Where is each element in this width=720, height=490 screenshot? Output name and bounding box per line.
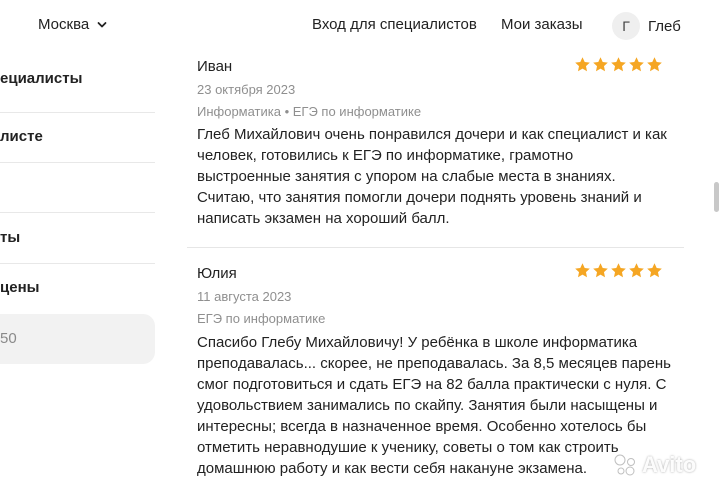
avito-watermark: Avito — [612, 452, 696, 478]
user-menu[interactable]: Г Глеб — [612, 12, 681, 40]
review-tags: ЕГЭ по информатике — [197, 311, 326, 326]
chevron-down-icon — [97, 21, 107, 27]
rating-stars — [574, 56, 663, 73]
review-line: Считаю, что занятия помогли дочери подня… — [197, 189, 642, 206]
review-tags: Информатика • ЕГЭ по информатике — [197, 104, 422, 119]
sidebar-item-services[interactable]: ты — [0, 229, 20, 246]
review-line: смог подготовиться и сдать ЕГЭ на 82 бал… — [197, 376, 667, 393]
star-icon — [575, 263, 590, 278]
reviewer-name: Иван — [197, 58, 233, 75]
review-date: 23 октября 2023 — [197, 82, 296, 97]
star-icon — [611, 57, 626, 72]
review-line: интересны; всегда в назначенное время. О… — [197, 418, 647, 435]
rating-stars — [574, 262, 663, 279]
review-line: человек, готовились к ЕГЭ по информатике… — [197, 147, 574, 164]
sidebar-divider — [0, 212, 155, 213]
specialist-login-link[interactable]: Вход для специалистов — [312, 16, 477, 33]
star-icon — [593, 57, 608, 72]
scrollbar-thumb[interactable] — [714, 182, 719, 212]
star-icon — [611, 263, 626, 278]
city-label: Москва — [38, 16, 90, 33]
star-icon — [629, 57, 644, 72]
sidebar-item-place[interactable]: листе — [0, 128, 43, 145]
star-icon — [647, 263, 662, 278]
review-line: преподавалась... скорее, не преподавалас… — [197, 355, 671, 372]
review-line: Глеб Михайлович очень понравился дочери … — [197, 126, 667, 143]
review-date: 11 августа 2023 — [197, 289, 292, 304]
review-line: домашнюю работу и как вести себя наканун… — [197, 460, 588, 477]
price-input[interactable]: 50 — [0, 314, 155, 364]
my-orders-link[interactable]: Мои заказы — [501, 16, 583, 33]
sidebar-item-prices[interactable]: цены — [0, 279, 39, 296]
avito-logo-icon — [614, 454, 635, 476]
review-line: удовольствием занимались по скайпу. Заня… — [197, 397, 658, 414]
star-icon — [593, 263, 608, 278]
sidebar-item-specialists[interactable]: ециалисты — [0, 70, 82, 87]
sidebar-divider — [0, 162, 155, 163]
review-text: Глеб Михайлович очень понравился дочери … — [197, 124, 677, 229]
city-selector[interactable]: Москва — [38, 16, 107, 33]
user-name: Глеб — [648, 17, 681, 35]
star-icon — [629, 263, 644, 278]
sidebar-divider — [0, 263, 155, 264]
star-icon — [647, 57, 662, 72]
top-header: Москва Вход для специалистов Мои заказы … — [0, 0, 720, 50]
review-line: отметить неравнодушие к ученику, советы … — [197, 439, 619, 456]
filter-sidebar: ециалисты листе ты цены 50 — [0, 50, 160, 490]
review-line: Спасибо Глебу Михайловичу! У ребёнка в ш… — [197, 334, 638, 351]
review-line: написать экзамен на хороший балл. — [197, 210, 450, 227]
review-divider — [187, 247, 684, 248]
star-icon — [575, 57, 590, 72]
watermark-text: Avito — [642, 452, 697, 477]
review-line: выстроенные занятия с упором на слабые м… — [197, 168, 616, 185]
sidebar-divider — [0, 112, 155, 113]
review-text: Спасибо Глебу Михайловичу! У ребёнка в ш… — [197, 332, 677, 479]
avatar: Г — [612, 12, 640, 40]
reviewer-name: Юлия — [197, 265, 237, 282]
